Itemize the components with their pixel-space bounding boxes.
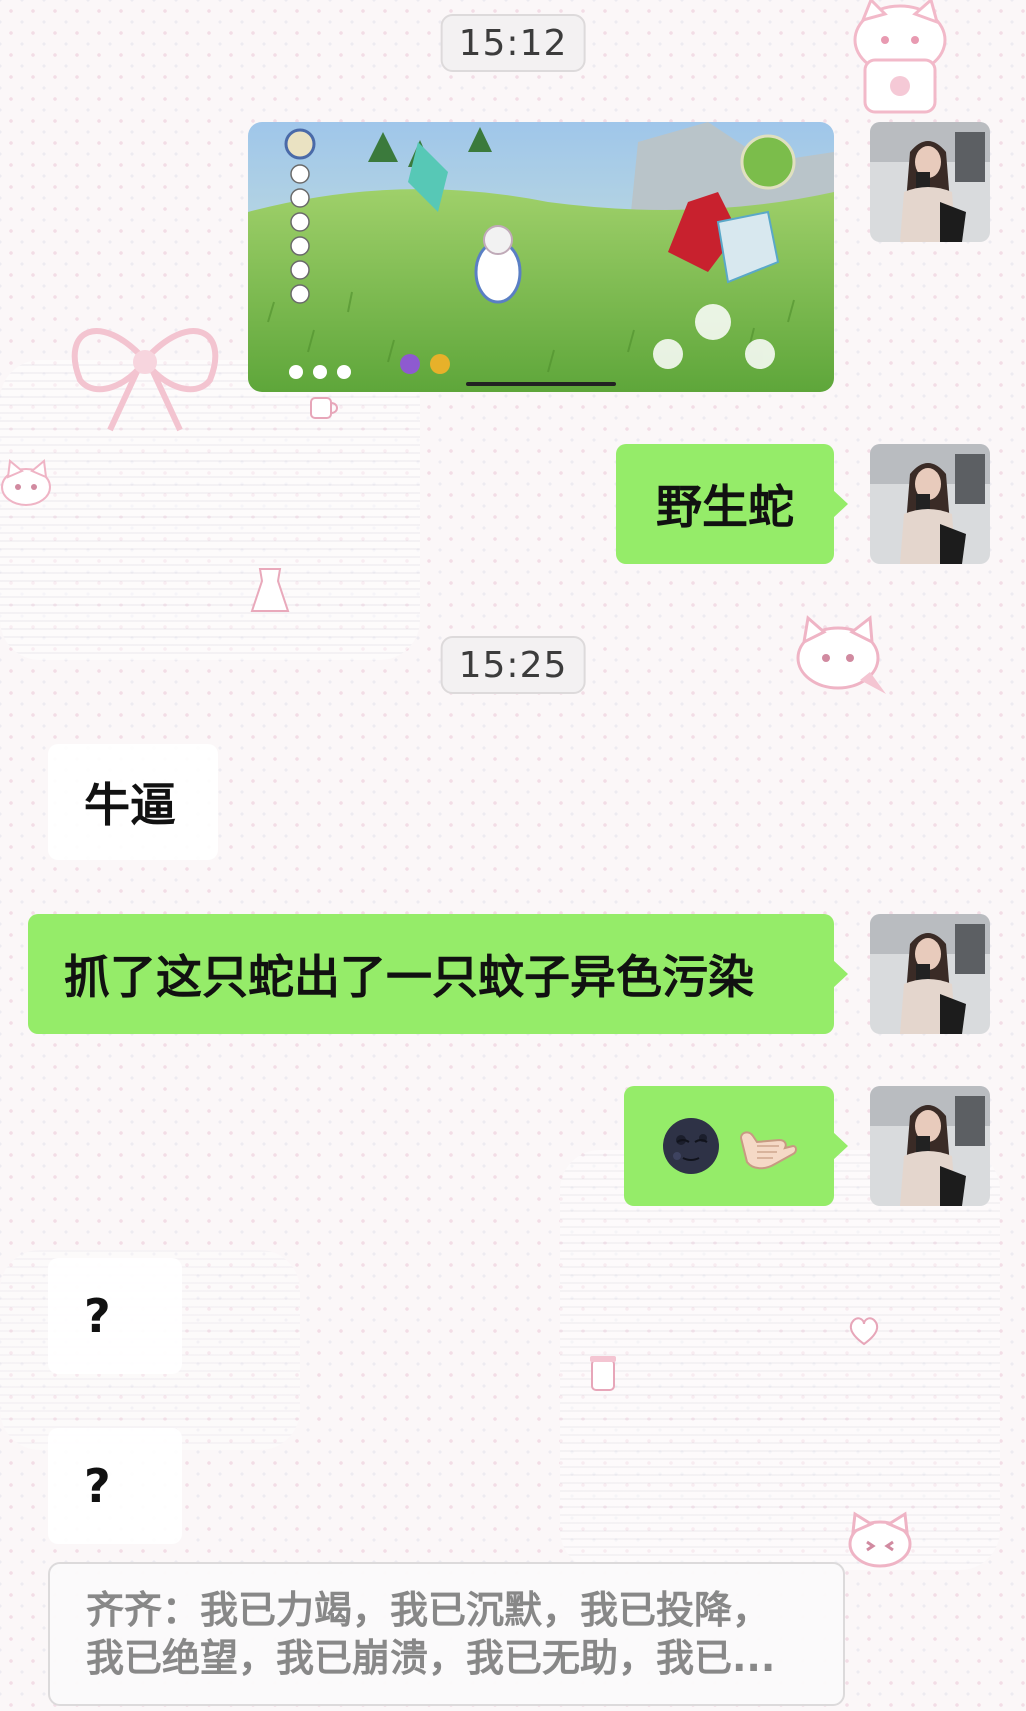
my-avatar[interactable] xyxy=(870,1086,990,1206)
message-text: ? xyxy=(84,1459,111,1513)
emoji-group xyxy=(661,1116,797,1176)
message-bubble-received[interactable]: 牛逼 xyxy=(48,744,218,860)
cat-face-decoration xyxy=(1,459,51,506)
timestamp: 15:25 xyxy=(440,636,586,694)
my-avatar[interactable] xyxy=(870,914,990,1034)
my-avatar[interactable] xyxy=(870,122,990,242)
message-text: 抓了这只蛇出了一只蚊子异色污染 xyxy=(64,950,754,1004)
message-text: 野生蛇 xyxy=(656,480,794,534)
message-bubble-received[interactable]: ? xyxy=(48,1428,182,1544)
cup-decoration-2 xyxy=(590,1356,616,1391)
cat-face-decoration-2 xyxy=(848,1511,912,1568)
cat-sticker-decoration-2 xyxy=(796,615,886,694)
message-bubble-sent[interactable]: 抓了这只蛇出了一只蚊子异色污染 xyxy=(28,914,848,1034)
quoted-message-preview[interactable]: 齐齐：我已力竭，我已沉默，我已投降， 我已绝望，我已崩溃，我已无助，我已... xyxy=(48,1562,845,1706)
cup-decoration xyxy=(310,397,338,419)
message-bubble-sent[interactable]: 野生蛇 xyxy=(616,444,848,564)
game-screenshot-image xyxy=(248,122,834,392)
cat-sticker-decoration xyxy=(853,0,947,114)
quote-line-2: 我已绝望，我已崩溃，我已无助，我已... xyxy=(86,1636,776,1680)
image-message[interactable] xyxy=(248,122,834,392)
dress-decoration xyxy=(250,568,290,612)
message-text: ? xyxy=(84,1289,111,1343)
quote-line-1: 齐齐：我已力竭，我已沉默，我已投降， xyxy=(86,1588,771,1632)
call-me-hand-icon xyxy=(739,1131,797,1170)
new-moon-face-icon xyxy=(663,1118,719,1174)
heart-decoration xyxy=(849,1317,879,1346)
message-bubble-sent[interactable] xyxy=(624,1086,848,1206)
bow-decoration xyxy=(71,328,219,432)
timestamp: 15:12 xyxy=(440,14,586,72)
message-bubble-received[interactable]: ? xyxy=(48,1258,182,1374)
message-text: 牛逼 xyxy=(84,778,176,832)
my-avatar[interactable] xyxy=(870,444,990,564)
